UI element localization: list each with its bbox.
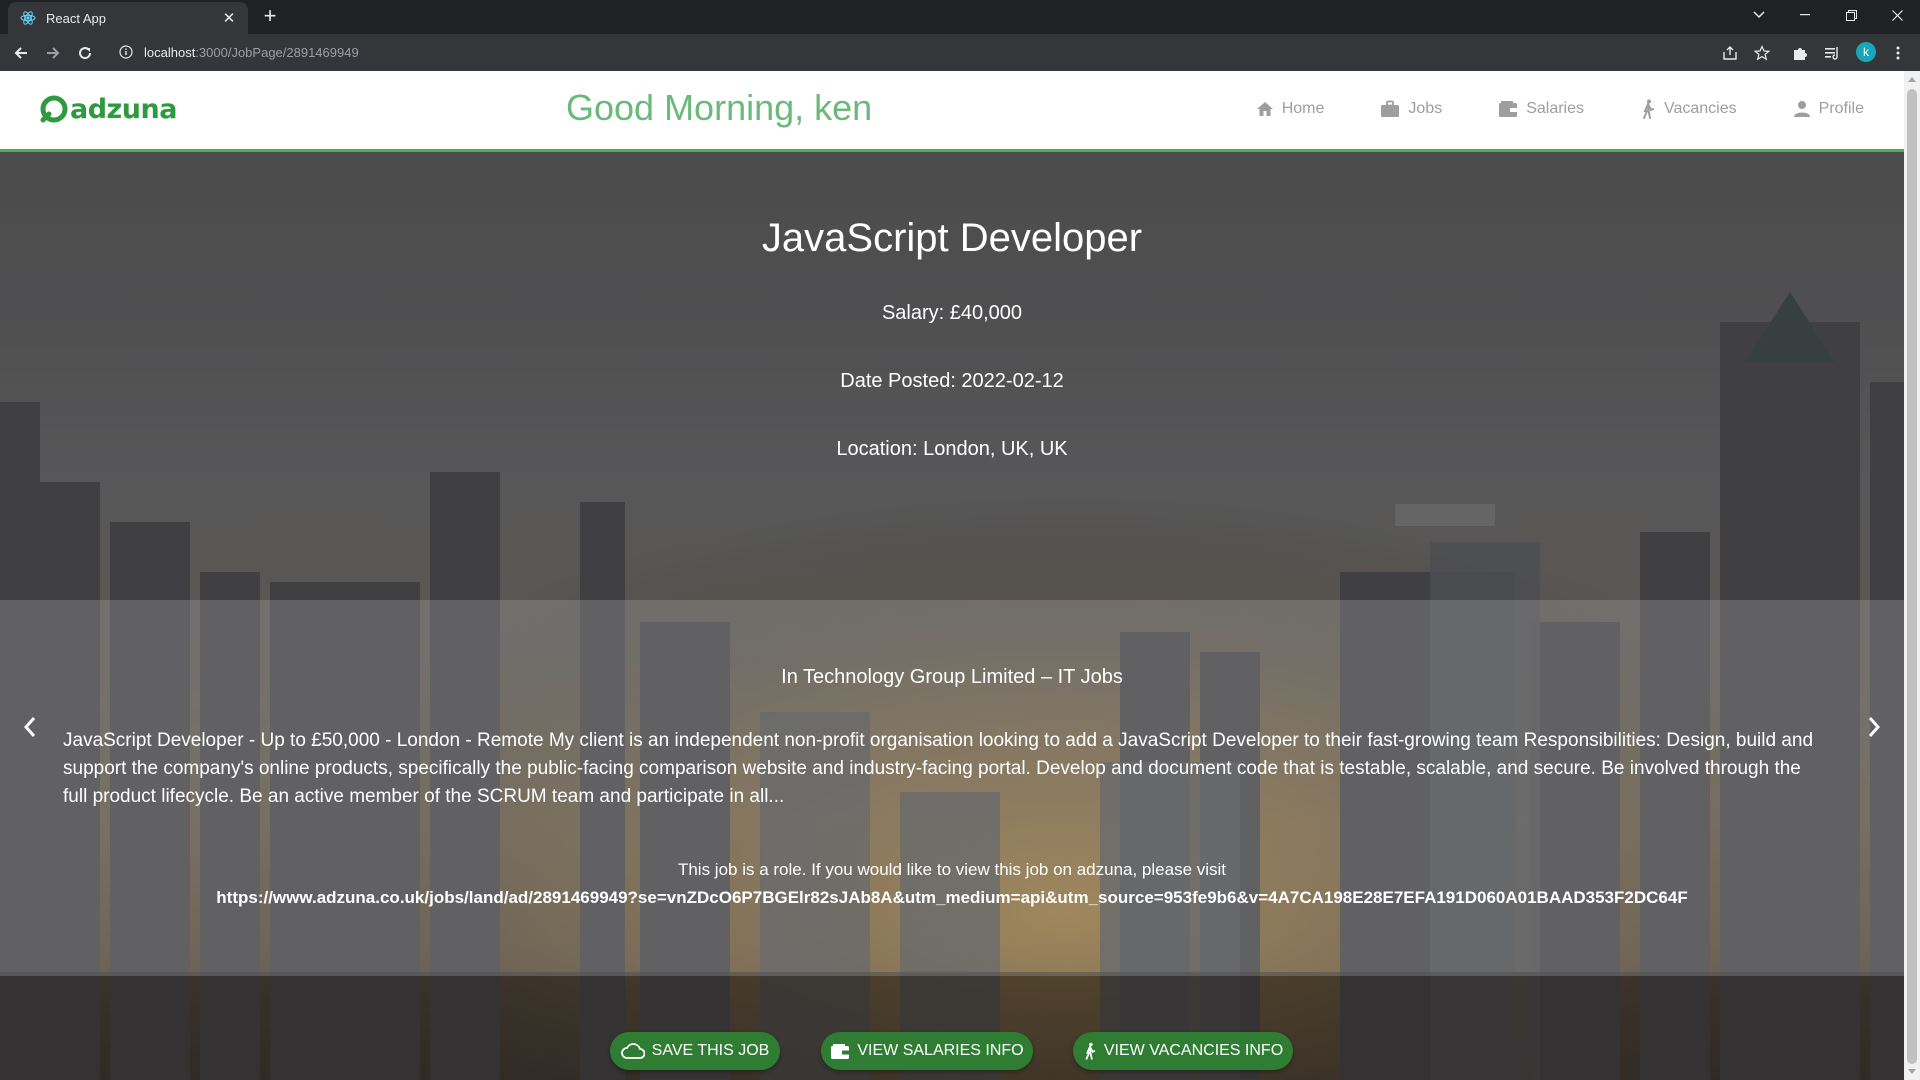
person-walking-icon <box>1643 99 1654 119</box>
tab-title: React App <box>46 10 106 26</box>
logo-text: adzuna <box>70 93 177 125</box>
more-menu-icon[interactable] <box>1887 42 1909 64</box>
nav-jobs-label: Jobs <box>1408 100 1443 117</box>
nav-jobs[interactable]: Jobs <box>1380 99 1442 119</box>
job-salary: Salary: £40,000 <box>881 302 1023 324</box>
nav-profile[interactable]: Profile <box>1793 99 1864 119</box>
job-hero: JavaScript Developer Salary: £40,000 Dat… <box>0 152 1904 1080</box>
person-icon <box>1793 101 1810 117</box>
job-title: JavaScript Developer <box>761 216 1143 260</box>
browser-tab[interactable]: React App ✕ <box>8 2 248 34</box>
adzuna-logo-icon <box>40 95 68 123</box>
nav-vacancies-label: Vacancies <box>1664 100 1737 117</box>
nav-salaries[interactable]: Salaries <box>1498 99 1584 119</box>
view-vacancies-label: VIEW VACANCIES INFO <box>1103 1042 1284 1059</box>
close-window-icon[interactable] <box>1874 0 1920 30</box>
react-logo-icon <box>20 10 36 26</box>
back-arrow-icon[interactable] <box>8 40 34 66</box>
adzuna-job-link[interactable]: https://www.adzuna.co.uk/jobs/land/ad/28… <box>0 888 1904 908</box>
nav-vacancies[interactable]: Vacancies <box>1640 99 1737 119</box>
chevron-right-icon <box>1868 717 1881 737</box>
greeting-text: Good Morning, ken <box>566 87 873 128</box>
browser-tab-bar: React App ✕ + <box>0 0 1920 34</box>
wallet-icon <box>831 1043 850 1059</box>
wallet-icon <box>1499 101 1518 117</box>
browser-toolbar: localhost:3000/JobPage/2891469949 k <box>0 34 1920 71</box>
tab-close-icon[interactable]: ✕ <box>218 9 240 27</box>
home-icon <box>1256 102 1273 116</box>
url-text[interactable]: localhost:3000/JobPage/2891469949 <box>144 45 359 60</box>
job-company: In Technology Group Limited – IT Jobs <box>781 666 1123 688</box>
address-bar[interactable]: localhost:3000/JobPage/2891469949 <box>108 37 1720 67</box>
carousel-next-button[interactable] <box>1856 707 1892 747</box>
restore-icon[interactable] <box>1828 0 1874 30</box>
visit-text: This job is a role. If you would like to… <box>677 860 1227 879</box>
bookmark-star-icon[interactable] <box>1751 42 1773 64</box>
new-tab-button[interactable]: + <box>258 5 282 29</box>
save-job-label: SAVE THIS JOB <box>651 1042 770 1059</box>
nav-home[interactable]: Home <box>1256 99 1325 119</box>
job-location: Location: London, UK, UK <box>836 438 1068 460</box>
main-nav: Home Jobs Salaries Vacancies Profile <box>1200 99 1864 119</box>
forward-arrow-icon[interactable] <box>40 40 66 66</box>
url-host: localhost <box>144 44 196 60</box>
page-scrollbar[interactable] <box>1904 71 1920 1080</box>
web-page: adzuna Good Morning, ken Home Jobs Salar… <box>0 71 1904 1080</box>
tab-search-icon[interactable] <box>1736 0 1782 30</box>
site-info-icon[interactable] <box>118 44 134 60</box>
reload-icon[interactable] <box>72 40 98 66</box>
nav-profile-label: Profile <box>1818 100 1864 117</box>
scrollbar-thumb[interactable] <box>1907 89 1917 1064</box>
reading-list-icon[interactable] <box>1821 42 1843 64</box>
job-date-posted: Date Posted: 2022-02-12 <box>840 370 1064 392</box>
job-description-panel: In Technology Group Limited – IT Jobs Ja… <box>0 600 1904 976</box>
minimize-icon[interactable] <box>1782 0 1828 30</box>
cloud-icon <box>620 1043 645 1059</box>
chevron-left-icon <box>23 717 36 737</box>
profile-avatar[interactable]: k <box>1856 42 1876 62</box>
person-walking-icon <box>1085 1042 1096 1060</box>
view-salaries-button[interactable]: VIEW SALARIES INFO <box>821 1032 1033 1070</box>
carousel-prev-button[interactable] <box>12 707 48 747</box>
scroll-up-icon[interactable] <box>1908 77 1916 82</box>
job-description: JavaScript Developer - Up to £50,000 - L… <box>63 730 1814 807</box>
nav-home-label: Home <box>1281 100 1325 117</box>
scroll-down-icon[interactable] <box>1908 1069 1916 1074</box>
url-path: :3000/JobPage/2891469949 <box>195 44 359 60</box>
nav-salaries-label: Salaries <box>1526 100 1584 117</box>
share-icon[interactable] <box>1719 42 1741 64</box>
extensions-puzzle-icon[interactable] <box>1789 42 1811 64</box>
site-header: adzuna Good Morning, ken Home Jobs Salar… <box>0 71 1904 152</box>
view-salaries-label: VIEW SALARIES INFO <box>857 1042 1024 1059</box>
save-job-button[interactable]: SAVE THIS JOB <box>610 1032 780 1070</box>
view-vacancies-button[interactable]: VIEW VACANCIES INFO <box>1073 1032 1293 1070</box>
adzuna-logo[interactable]: adzuna <box>38 93 177 125</box>
briefcase-icon <box>1381 100 1400 117</box>
